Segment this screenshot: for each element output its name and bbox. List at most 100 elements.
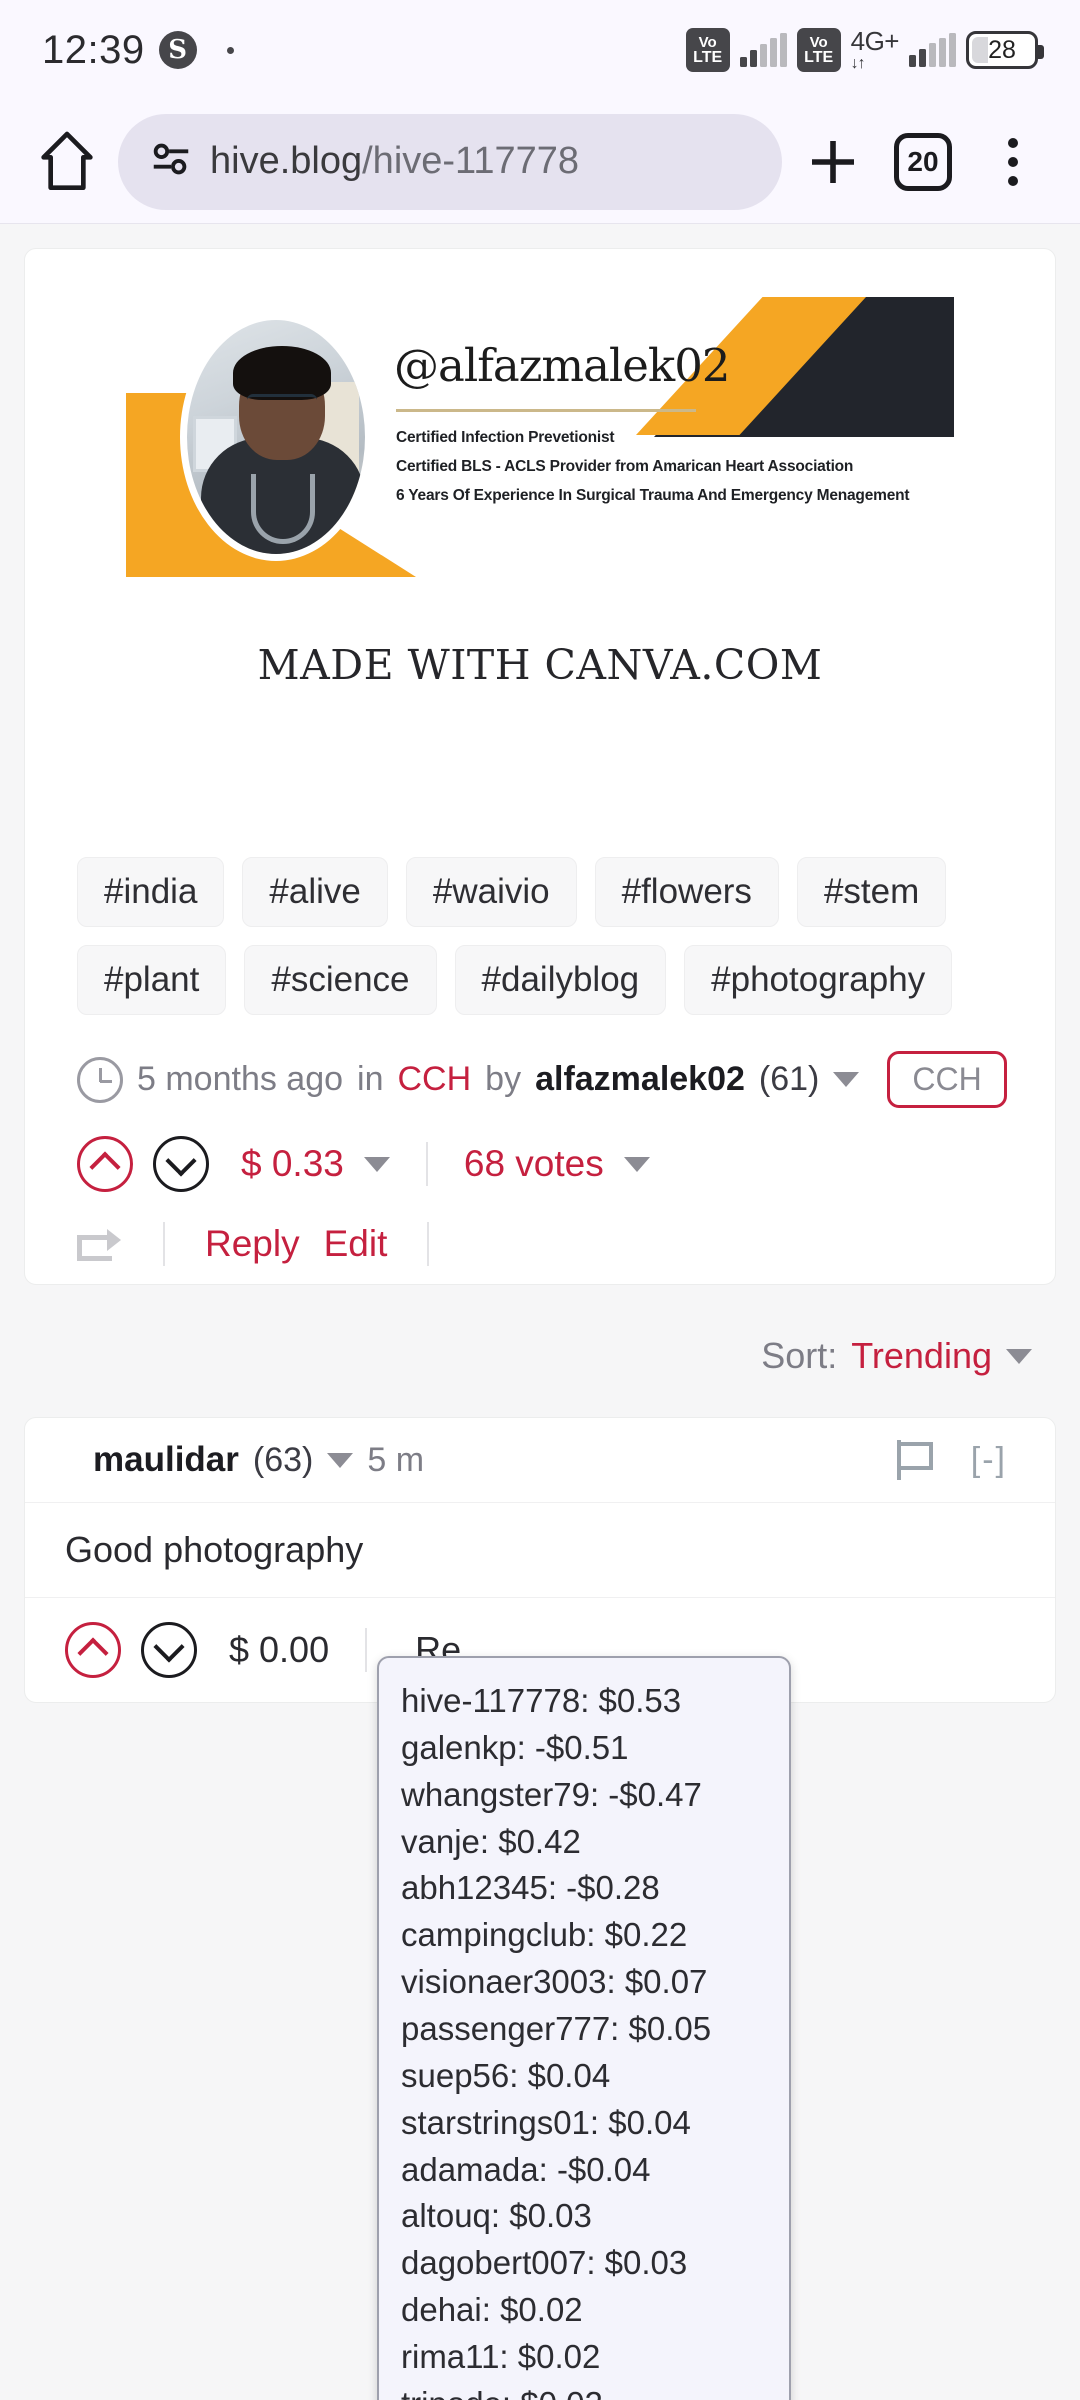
vote-row: abh12345: -$0.28 — [401, 1869, 660, 1907]
banner-credentials: Certified Infection Prevetionist Certifi… — [396, 429, 910, 516]
vote-row: dagobert007: $0.03 — [401, 2244, 688, 2282]
tag-plant[interactable]: #plant — [77, 945, 227, 1015]
comment-body: Good photography — [25, 1503, 1055, 1598]
sort-value[interactable]: Trending — [851, 1335, 992, 1377]
tag-waivio[interactable]: #waivio — [405, 857, 577, 927]
vote-row: hive-117778: $0.53 — [401, 1682, 682, 1719]
post-payout[interactable]: $ 0.33 — [241, 1143, 344, 1185]
post-vote-bar: $ 0.33 68 votes — [25, 1108, 1055, 1192]
banner-credential-line: 6 Years Of Experience In Surgical Trauma… — [396, 487, 910, 504]
signal-bars-icon-1 — [739, 33, 787, 67]
notification-dot-icon — [226, 46, 234, 54]
divider — [163, 1222, 165, 1266]
avatar-hair — [233, 346, 331, 400]
tag-photography[interactable]: #photography — [684, 945, 953, 1015]
tag-stem[interactable]: #stem — [796, 857, 947, 927]
chevron-down-icon[interactable] — [833, 1072, 860, 1087]
reply-button[interactable]: Reply — [205, 1223, 300, 1265]
post-reply-bar: Reply Edit — [25, 1192, 1055, 1266]
meta-in-label: in — [357, 1060, 384, 1098]
post-votes-count[interactable]: 68 votes — [464, 1143, 604, 1185]
tab-counter-button[interactable]: 20 — [884, 123, 962, 201]
downvote-icon[interactable] — [153, 1136, 209, 1192]
community-badge[interactable]: CCH — [887, 1051, 1007, 1108]
banner-credential-line: Certified BLS - ACLS Provider from Amari… — [396, 458, 854, 475]
vote-row: visionaer3003: $0.07 — [401, 1963, 708, 2001]
tag-science[interactable]: #science — [244, 945, 437, 1015]
divider — [427, 1222, 430, 1266]
banner-credential-line: Certified Infection Prevetionist — [396, 429, 615, 446]
banner-divider — [396, 409, 696, 412]
avatar-glasses — [247, 394, 317, 409]
sort-chevron-down-icon[interactable] — [1006, 1348, 1032, 1364]
clock-icon — [77, 1056, 123, 1103]
vote-row: passenger777: $0.05 — [401, 2010, 712, 2048]
upvote-icon[interactable] — [77, 1136, 133, 1192]
volte-icon-2: Vo LTE — [796, 28, 841, 72]
status-bar-left: 12:39 S — [42, 28, 686, 73]
tag-india[interactable]: #india — [77, 857, 225, 927]
edit-button[interactable]: Edit — [324, 1223, 388, 1265]
vote-row: whangster79: -$0.47 — [401, 1775, 702, 1813]
status-bar-clock: 12:39 — [42, 27, 145, 72]
plus-icon[interactable] — [794, 123, 872, 201]
avatar-stethoscope — [251, 474, 315, 544]
comment-upvote-icon[interactable] — [65, 1622, 121, 1678]
comment-payout[interactable]: $ 0.00 — [229, 1629, 329, 1671]
comment-author-reputation: (63) — [252, 1440, 314, 1479]
site-settings-icon[interactable] — [148, 136, 194, 187]
profile-banner-image: @alfazmalek02 Certified Infection Prevet… — [126, 297, 954, 577]
flag-icon[interactable] — [896, 1440, 933, 1480]
votes-tooltip: hive-117778: $0.53 galenkp: -$0.51 whang… — [377, 1656, 791, 2400]
url-host: hive.blog — [210, 140, 363, 182]
vote-row: rima11: $0.02 — [401, 2338, 601, 2376]
url-path: /hive-117778 — [362, 140, 580, 182]
battery-icon: 28 — [966, 31, 1044, 69]
payout-chevron-down-icon[interactable] — [363, 1156, 390, 1172]
divider — [425, 1142, 428, 1186]
tag-dailyblog[interactable]: #dailyblog — [454, 945, 667, 1015]
banner-handle: @alfazmalek02 — [394, 339, 730, 392]
data-transfer-arrows-icon: ↓↑ — [850, 55, 866, 72]
author-reputation: (61) — [758, 1060, 820, 1098]
vote-row: altouq: $0.03 — [401, 2197, 592, 2235]
volte-icon-1: Vo LTE — [685, 28, 730, 72]
comment-age: 5 m — [367, 1440, 425, 1479]
collapse-toggle[interactable]: [-] — [971, 1441, 1007, 1480]
votes-chevron-down-icon[interactable] — [623, 1156, 650, 1172]
post-age: 5 months ago — [137, 1060, 344, 1098]
share-icon[interactable] — [77, 1227, 123, 1261]
comment-chevron-down-icon[interactable] — [327, 1452, 354, 1468]
tab-count-label: 20 — [894, 132, 952, 191]
vote-row: galenkp: -$0.51 — [401, 1728, 629, 1766]
tag-list: #india #alive #waivio #flowers #stem #pl… — [25, 689, 1055, 1015]
signal-bars-icon-2 — [909, 33, 956, 67]
tag-alive[interactable]: #alive — [242, 857, 388, 927]
status-bar: 12:39 S Vo LTE Vo LTE 4G+ ↓↑ 28 — [0, 0, 1080, 100]
vote-row: dehai: $0.02 — [401, 2291, 583, 2329]
app-notification-badge-icon: S — [158, 31, 197, 69]
community-link[interactable]: CCH — [398, 1060, 472, 1099]
vote-row: vanje: $0.42 — [401, 1822, 581, 1860]
url-text[interactable]: hive.blog/hive-117778 — [210, 140, 579, 183]
status-bar-right: Vo LTE Vo LTE 4G+ ↓↑ 28 — [685, 28, 1044, 72]
comment-author-link[interactable]: maulidar — [93, 1440, 239, 1480]
address-bar[interactable]: hive.blog/hive-117778 — [118, 113, 782, 210]
vote-row: adamada: -$0.04 — [401, 2150, 651, 2188]
browser-toolbar: hive.blog/hive-117778 20 — [0, 100, 1080, 224]
avatar — [180, 313, 372, 561]
page-content: @alfazmalek02 Certified Infection Prevet… — [0, 224, 1080, 2400]
comment-downvote-icon[interactable] — [141, 1622, 197, 1678]
vote-row: tripode: $0.02 — [401, 2381, 767, 2400]
post-meta: 5 months ago in CCH by alfazmalek02 (61)… — [25, 1015, 1055, 1108]
tag-flowers[interactable]: #flowers — [594, 857, 779, 927]
vote-row: starstrings01: $0.04 — [401, 2103, 691, 2141]
comment-header: maulidar (63) 5 m [-] — [25, 1418, 1055, 1503]
kebab-menu-icon[interactable] — [974, 123, 1052, 201]
meta-by-label: by — [485, 1060, 522, 1098]
canva-credit-text: MADE WITH CANVA.COM — [257, 641, 823, 689]
home-icon[interactable] — [28, 123, 106, 201]
sort-label: Sort: — [761, 1335, 838, 1376]
author-link[interactable]: alfazmalek02 — [535, 1060, 745, 1099]
vote-row: campingclub: $0.22 — [401, 1916, 688, 1954]
